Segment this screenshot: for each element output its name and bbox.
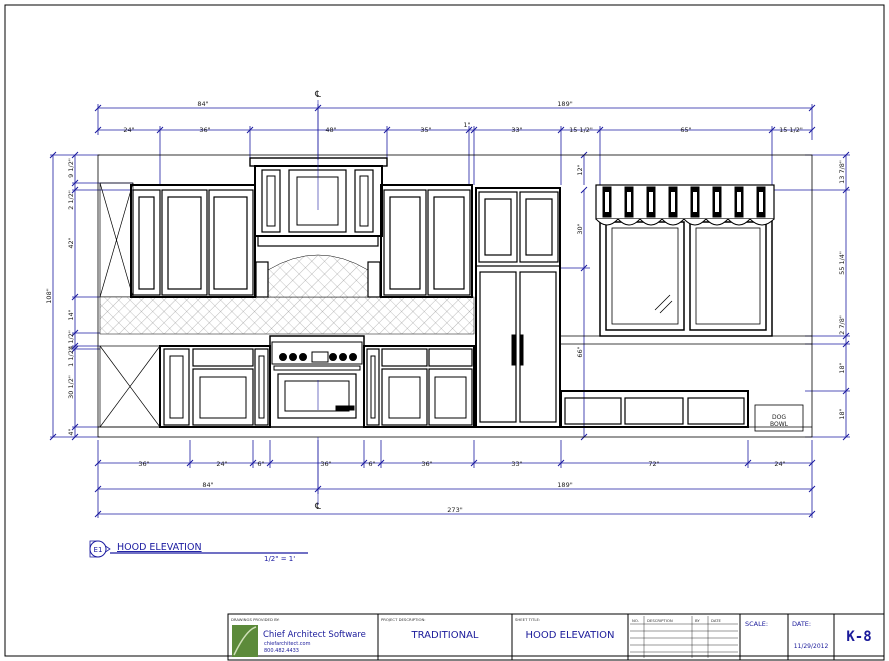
- dim-b-24b: 24": [774, 460, 785, 468]
- dim-1: 1": [463, 121, 470, 129]
- date-value: 11/29/2012: [794, 643, 829, 650]
- dim-b-72: 72": [648, 460, 659, 468]
- dim-24: 24": [123, 126, 134, 134]
- dim-48: 48": [325, 126, 336, 134]
- centerline-top: ℄: [314, 90, 321, 100]
- provided-by-label: DRAWINGS PROVIDED BY:: [231, 617, 280, 622]
- elevation-callout: E1 HOOD ELEVATION 1/2" = 1': [89, 540, 308, 563]
- base-cabinets-left: [159, 345, 271, 428]
- dog-bowl-label-1: DOG: [772, 414, 786, 421]
- title-block-text: DRAWINGS PROVIDED BY: Chief Architect So…: [231, 617, 872, 654]
- dim-66: 66": [576, 346, 584, 357]
- backsplash-tile: [99, 296, 475, 335]
- sheet-title: HOOD ELEVATION: [525, 630, 614, 641]
- centerline-bottom: ℄: [314, 502, 321, 512]
- dim-b-36a: 36": [138, 460, 149, 468]
- dim-left-1-5: 1 1/2": [67, 347, 75, 367]
- sheet-title-label: SHEET TITLE:: [515, 617, 540, 622]
- dim-right-18-lower: 18": [838, 408, 846, 419]
- drawing-sheet: 84" 189" ℄ 24" 36" 48" 35" 1" 33" 15 1/2…: [4, 4, 885, 661]
- company-website: chiefarchitect.com: [264, 641, 311, 647]
- dim-33: 33": [511, 126, 522, 134]
- dim-top-84: 84": [197, 100, 208, 108]
- dim-right-18-upper: 18": [838, 362, 846, 373]
- dim-left-4-5: 4 1/2": [67, 330, 75, 350]
- project-description: TRADITIONAL: [411, 630, 479, 641]
- base-cabinets-right: [363, 345, 475, 428]
- dim-right-2-7-8: 2 7/8": [838, 315, 846, 335]
- dim-left-9-5: 9 1/2": [67, 158, 75, 178]
- dog-bowl-label-2: BOWL: [770, 421, 789, 428]
- scale-label: SCALE:: [745, 620, 768, 628]
- rev-by-header: BY: [695, 618, 700, 623]
- elevation-tag: E1: [94, 546, 103, 554]
- dim-left-30-5: 30 1/2": [67, 375, 75, 399]
- dim-left-2-5: 2 1/2": [67, 190, 75, 210]
- dim-b-36c: 36": [421, 460, 432, 468]
- dim-left-108: 108": [45, 288, 53, 303]
- dim-b-24a: 24": [216, 460, 227, 468]
- dim-15-5-left: 15 1/2": [569, 126, 593, 134]
- dim-65: 65": [680, 126, 691, 134]
- date-label: DATE:: [792, 620, 811, 628]
- rev-date-header: DATE: [711, 618, 721, 623]
- dim-b-6a: 6": [257, 460, 264, 468]
- dim-left-42: 42": [67, 237, 75, 248]
- project-label: PROJECT DESCRIPTION:: [381, 617, 426, 622]
- dim-12: 12": [576, 164, 584, 175]
- rev-no-header: NO.: [632, 618, 639, 623]
- dim-35: 35": [420, 126, 431, 134]
- window-bench: [560, 390, 804, 432]
- refrigerator-cabinet: [475, 187, 561, 428]
- dim-b-33: 33": [511, 460, 522, 468]
- elevation-title: HOOD ELEVATION: [117, 542, 202, 553]
- upper-cabinets-right: [380, 184, 473, 298]
- dim-30: 30": [576, 223, 584, 234]
- window-valance: [595, 184, 775, 226]
- dim-right-13-7-8: 13 7/8": [838, 160, 846, 184]
- dim-36: 36": [199, 126, 210, 134]
- upper-cabinets-left: [130, 184, 269, 298]
- dim-left-4: 4": [67, 428, 75, 435]
- rev-description-header: DESCRIPTION: [647, 618, 673, 623]
- company-phone: 800.482.4433: [264, 648, 299, 654]
- sheet-number: K-8: [846, 629, 871, 645]
- company-name: Chief Architect Software: [263, 630, 366, 640]
- dim-b2-84: 84": [202, 481, 213, 489]
- hood-arch-tile: [267, 254, 369, 298]
- range-oven: [269, 335, 365, 428]
- elevation-scale: 1/2" = 1': [264, 555, 295, 563]
- dim-top-189: 189": [557, 100, 572, 108]
- dim-total-273: 273": [447, 506, 462, 514]
- dim-b-36b: 36": [320, 460, 331, 468]
- dim-left-14: 14": [67, 309, 75, 320]
- dim-right-55-1-4: 55 1/4": [838, 251, 846, 275]
- dim-b2-189: 189": [557, 481, 572, 489]
- elevation-drawing: DOG BOWL: [97, 100, 813, 505]
- dim-15-5-right: 15 1/2": [779, 126, 803, 134]
- dim-b-6b: 6": [368, 460, 375, 468]
